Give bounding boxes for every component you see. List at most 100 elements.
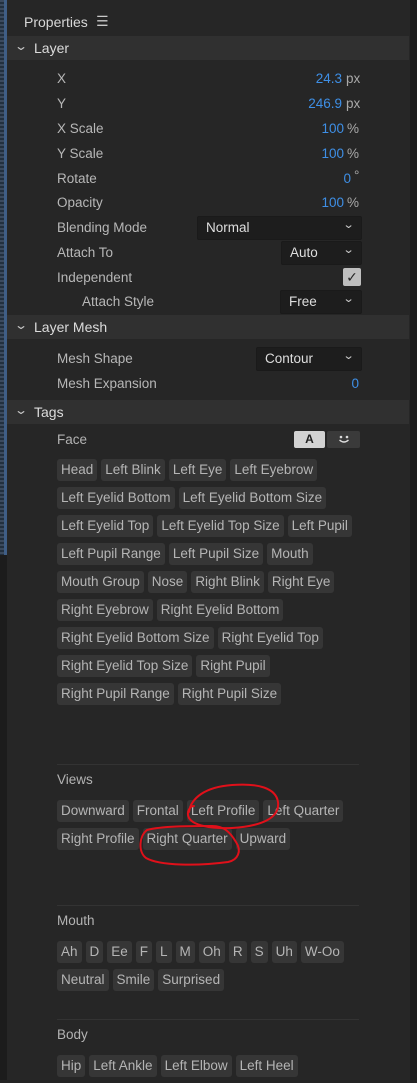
tag-smile[interactable]: Smile xyxy=(112,969,155,991)
tag-left-eyelid-bottom-size[interactable]: Left Eyelid Bottom Size xyxy=(178,487,327,509)
tag-surprised[interactable]: Surprised xyxy=(158,969,225,991)
tag-left-pupil[interactable]: Left Pupil xyxy=(287,515,352,537)
tag-upward[interactable]: Upward xyxy=(235,828,291,850)
x-scale-value[interactable]: 100 xyxy=(321,121,344,136)
body-tag-list: Hip Left Ankle Left Elbow Left Heel xyxy=(57,1055,357,1083)
tag-right-quarter[interactable]: Right Quarter xyxy=(142,828,232,850)
independent-label: Independent xyxy=(57,270,133,285)
tag-right-eyelid-top-size[interactable]: Right Eyelid Top Size xyxy=(57,655,193,677)
panel-title[interactable]: Properties xyxy=(24,14,88,30)
divider xyxy=(57,764,359,765)
x-unit: px xyxy=(346,71,361,86)
section-layer[interactable]: ⌄ Layer xyxy=(7,36,409,60)
mouth-group-title: Mouth xyxy=(57,913,95,928)
section-tags[interactable]: ⌄ Tags xyxy=(7,400,409,424)
tag-l[interactable]: L xyxy=(156,941,172,963)
independent-checkbox[interactable]: ✓ xyxy=(343,268,361,286)
opacity-unit: % xyxy=(347,195,360,210)
tag-left-eyelid-top[interactable]: Left Eyelid Top xyxy=(57,515,154,537)
tag-m[interactable]: M xyxy=(175,941,195,963)
chevron-down-icon[interactable]: ⌄ xyxy=(14,403,28,417)
rotate-value[interactable]: 0 xyxy=(343,171,351,186)
y-scale-unit: % xyxy=(347,146,360,161)
tag-left-heel[interactable]: Left Heel xyxy=(235,1055,298,1077)
tag-w-oo[interactable]: W-Oo xyxy=(300,941,344,963)
chevron-down-icon: ⌄ xyxy=(342,244,355,256)
divider xyxy=(57,905,359,906)
tag-d[interactable]: D xyxy=(85,941,104,963)
text-view-toggle[interactable]: A xyxy=(294,431,325,448)
blending-mode-dropdown[interactable]: Normal ⌄ xyxy=(197,216,362,240)
tag-right-eye[interactable]: Right Eye xyxy=(267,571,335,593)
divider xyxy=(57,1019,359,1020)
tag-right-pupil[interactable]: Right Pupil xyxy=(196,655,270,677)
face-tag-list: Head Left Blink Left Eye Left Eyebrow Left E… xyxy=(57,459,357,711)
tag-left-profile[interactable]: Left Profile xyxy=(186,800,260,822)
rotate-label: Rotate xyxy=(57,171,97,186)
attach-to-label: Attach To xyxy=(57,245,114,260)
chevron-down-icon: ⌄ xyxy=(342,219,355,231)
blending-mode-value: Normal xyxy=(206,220,250,235)
tag-frontal[interactable]: Frontal xyxy=(132,800,183,822)
opacity-value[interactable]: 100 xyxy=(321,195,344,210)
tag-left-blink[interactable]: Left Blink xyxy=(101,459,165,481)
chevron-down-icon[interactable]: ⌄ xyxy=(14,318,28,332)
tag-right-eyelid-top[interactable]: Right Eyelid Top xyxy=(217,627,323,649)
opacity-label: Opacity xyxy=(57,195,103,210)
tag-mouth-group[interactable]: Mouth Group xyxy=(57,571,144,593)
attach-style-label: Attach Style xyxy=(82,294,155,309)
tag-left-eyebrow[interactable]: Left Eyebrow xyxy=(230,459,318,481)
tag-neutral[interactable]: Neutral xyxy=(57,969,109,991)
tag-hip[interactable]: Hip xyxy=(57,1055,86,1077)
tag-right-eyebrow[interactable]: Right Eyebrow xyxy=(57,599,153,621)
mesh-shape-value: Contour xyxy=(265,351,314,366)
tag-left-ankle[interactable]: Left Ankle xyxy=(89,1055,157,1077)
y-label: Y xyxy=(57,96,67,111)
tag-right-profile[interactable]: Right Profile xyxy=(57,828,139,850)
y-value[interactable]: 246.9 xyxy=(308,96,342,111)
left-edge-panel xyxy=(0,0,7,1080)
y-unit: px xyxy=(346,96,361,111)
smiley-face-icon[interactable] xyxy=(327,431,360,448)
tag-left-eyelid-top-size[interactable]: Left Eyelid Top Size xyxy=(157,515,284,537)
tag-ah[interactable]: Ah xyxy=(57,941,82,963)
mouth-tag-list: Ah D Ee F L M Oh R S Uh W-Oo Neutral Smile Surprised xyxy=(57,941,357,997)
attach-style-dropdown[interactable]: Free ⌄ xyxy=(280,290,362,314)
tag-right-pupil-range[interactable]: Right Pupil Range xyxy=(57,683,174,705)
views-group-title: Views xyxy=(57,772,93,787)
panel-header: Properties ☰ xyxy=(7,8,407,36)
chevron-down-icon: ⌄ xyxy=(342,350,355,362)
tag-nose[interactable]: Nose xyxy=(147,571,188,593)
mesh-expansion-label: Mesh Expansion xyxy=(57,376,157,391)
tag-mouth[interactable]: Mouth xyxy=(267,543,313,565)
tag-oh[interactable]: Oh xyxy=(198,941,225,963)
mesh-expansion-value[interactable]: 0 xyxy=(351,376,359,391)
tag-left-pupil-size[interactable]: Left Pupil Size xyxy=(168,543,264,565)
tag-f[interactable]: F xyxy=(135,941,153,963)
tag-left-pupil-range[interactable]: Left Pupil Range xyxy=(57,543,165,565)
tag-left-elbow[interactable]: Left Elbow xyxy=(160,1055,232,1077)
body-group-title: Body xyxy=(57,1027,88,1042)
tag-downward[interactable]: Downward xyxy=(57,800,129,822)
tag-r[interactable]: R xyxy=(228,941,247,963)
tag-head[interactable]: Head xyxy=(57,459,98,481)
x-value[interactable]: 24.3 xyxy=(316,71,342,86)
tag-s[interactable]: S xyxy=(250,941,268,963)
tag-ee[interactable]: Ee xyxy=(107,941,132,963)
hamburger-menu-icon[interactable]: ☰ xyxy=(96,13,109,30)
tag-left-quarter[interactable]: Left Quarter xyxy=(263,800,344,822)
tag-left-eye[interactable]: Left Eye xyxy=(168,459,227,481)
mesh-shape-dropdown[interactable]: Contour ⌄ xyxy=(256,347,362,371)
section-layer-mesh[interactable]: ⌄ Layer Mesh xyxy=(7,315,409,339)
attach-to-dropdown[interactable]: Auto ⌄ xyxy=(281,241,362,265)
tag-uh[interactable]: Uh xyxy=(271,941,297,963)
tag-right-pupil-size[interactable]: Right Pupil Size xyxy=(177,683,282,705)
tag-right-eyelid-bottom[interactable]: Right Eyelid Bottom xyxy=(156,599,284,621)
tag-right-blink[interactable]: Right Blink xyxy=(191,571,264,593)
chevron-down-icon[interactable]: ⌄ xyxy=(14,39,28,53)
y-scale-value[interactable]: 100 xyxy=(321,146,344,161)
scrollbar[interactable] xyxy=(410,0,417,1080)
mesh-shape-label: Mesh Shape xyxy=(57,351,133,366)
tag-left-eyelid-bottom[interactable]: Left Eyelid Bottom xyxy=(57,487,175,509)
tag-right-eyelid-bottom-size[interactable]: Right Eyelid Bottom Size xyxy=(57,627,214,649)
